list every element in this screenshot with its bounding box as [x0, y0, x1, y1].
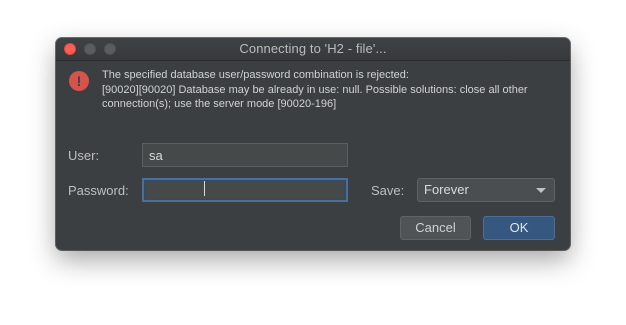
title-bar[interactable]: Connecting to 'H2 - file'... — [56, 38, 570, 61]
ok-button[interactable]: OK — [483, 216, 555, 240]
screen: Connecting to 'H2 - file'... ! The speci… — [0, 0, 626, 325]
chevron-down-icon — [536, 188, 546, 193]
error-icon: ! — [69, 71, 89, 91]
save-label: Save: — [371, 183, 405, 198]
connection-dialog: Connecting to 'H2 - file'... ! The speci… — [56, 38, 570, 250]
password-label: Password: — [68, 183, 129, 198]
user-label: User: — [68, 148, 100, 163]
save-selected-value: Forever — [424, 182, 469, 197]
error-message-line-1: The specified database user/password com… — [102, 69, 409, 81]
cancel-button[interactable]: Cancel — [400, 216, 471, 240]
password-field[interactable] — [142, 178, 348, 202]
save-duration-select[interactable]: Forever — [417, 178, 555, 202]
window-title: Connecting to 'H2 - file'... — [239, 41, 387, 56]
error-message-line-2: [90020][90020] Database may be already i… — [102, 84, 528, 96]
user-field[interactable] — [142, 143, 348, 167]
error-message-line-3: connection(s); use the server mode [9002… — [102, 98, 337, 110]
text-caret — [204, 181, 205, 196]
